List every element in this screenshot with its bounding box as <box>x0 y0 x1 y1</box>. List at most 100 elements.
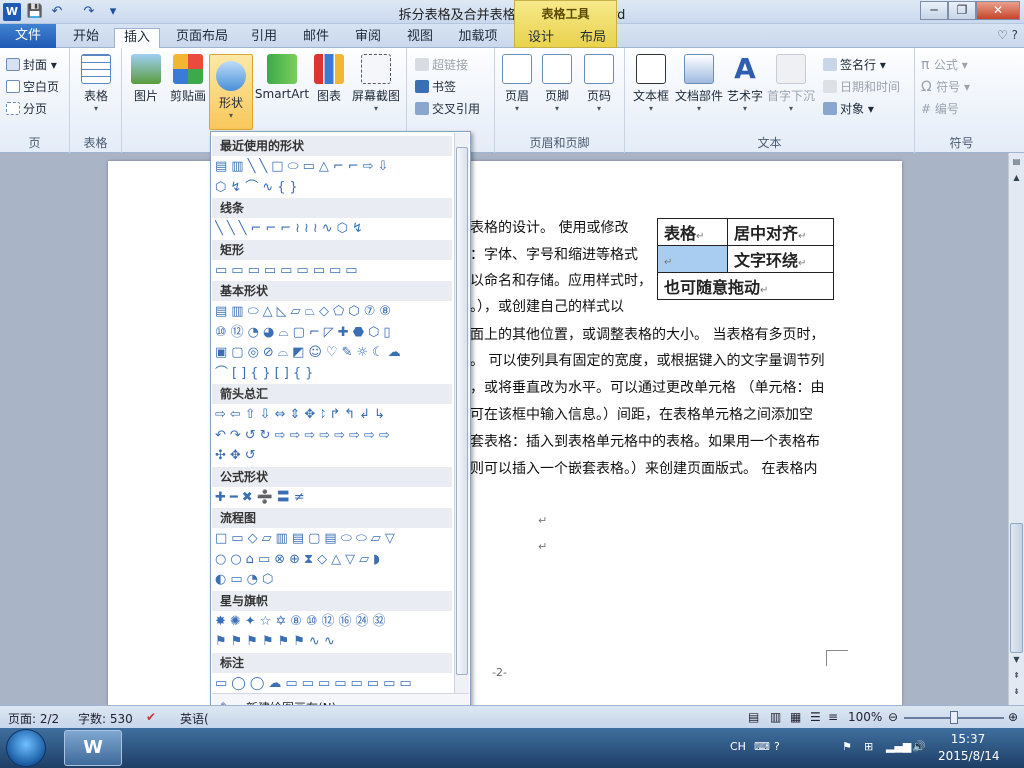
scroll-thumb[interactable] <box>1010 523 1023 653</box>
outline-view-icon[interactable]: ☰ <box>810 710 821 724</box>
proofing-icon[interactable]: ✔ <box>146 710 156 724</box>
windows-flag-icon[interactable]: ⊞ <box>864 740 873 753</box>
document-table[interactable]: 表格↵ 居中对齐↵ ↵ 文字环绕↵ 也可随意拖动↵ <box>657 218 834 300</box>
language-indicator[interactable]: 英语( <box>180 710 209 727</box>
input-language[interactable]: CH <box>730 740 746 753</box>
keyboard-icon[interactable]: ⌨ <box>754 740 770 753</box>
wordart-button[interactable]: A 艺术字 ▾ <box>725 54 765 114</box>
picture-button[interactable]: 图片 <box>128 54 164 104</box>
next-page-icon[interactable]: ⇟ <box>1010 685 1023 699</box>
gallery-shape-row[interactable]: ✚━✖➗〓≠ <box>215 489 453 507</box>
clipart-button[interactable]: 剪贴画 <box>166 54 210 104</box>
blank-page-button[interactable]: 空白页 <box>6 78 59 95</box>
zoom-out-icon[interactable]: ⊖ <box>888 710 898 724</box>
gallery-shape-row[interactable]: □▭◇▱▥▤▢▤⬭⬭▱▽ <box>215 530 453 548</box>
table-cell-selected[interactable]: ↵ <box>657 245 728 273</box>
smartart-button[interactable]: SmartArt <box>250 54 314 101</box>
hyperlink-button[interactable]: 超链接 <box>415 56 468 73</box>
chart-button[interactable]: 图表 <box>312 54 346 104</box>
table-cell[interactable]: 表格↵ <box>657 218 728 246</box>
tab-references[interactable]: 引用 <box>246 28 282 48</box>
maximize-button[interactable]: ❐ <box>948 1 976 20</box>
gallery-shape-row[interactable]: ✸✺✦☆✡⑧⑩⑫⑯㉔㉜ <box>215 613 453 631</box>
textbox-button[interactable]: 文本框 ▾ <box>629 54 673 113</box>
gallery-shape-row[interactable]: ○○⌂▭⊗⊕⧗◇△▽▱◗ <box>215 551 453 569</box>
start-button[interactable] <box>6 729 46 767</box>
tab-review[interactable]: 审阅 <box>350 28 386 48</box>
footer-button[interactable]: 页脚 ▾ <box>539 54 575 113</box>
zoom-in-icon[interactable]: ⊕ <box>1008 710 1018 724</box>
network-icon[interactable]: ▂▄▆ <box>886 740 911 753</box>
tab-file[interactable]: 文件 <box>0 24 56 48</box>
zoom-slider-knob[interactable] <box>950 711 958 724</box>
tab-page-layout[interactable]: 页面布局 <box>170 28 234 48</box>
ruler-toggle-icon[interactable]: ▤ <box>1010 155 1023 169</box>
page-count[interactable]: 页面: 2/2 <box>8 710 59 727</box>
cover-page-button[interactable]: 封面 ▾ <box>6 56 57 73</box>
gallery-scroll-thumb[interactable] <box>456 147 468 675</box>
draft-view-icon[interactable]: ≡ <box>828 710 838 724</box>
datetime-button[interactable]: 日期和时间 <box>823 78 900 95</box>
table-cell-merged[interactable]: 也可随意拖动↵ <box>657 272 834 300</box>
number-button[interactable]: # 编号 <box>921 100 959 117</box>
gallery-shape-row[interactable]: ✣✥↺ <box>215 447 453 465</box>
gallery-section-header: 基本形状 <box>212 281 452 301</box>
page-break-button[interactable]: 分页 <box>6 100 47 117</box>
quickparts-label: 文档部件 <box>674 89 723 103</box>
dropcap-button[interactable]: 首字下沉 ▾ <box>765 54 817 113</box>
prev-page-icon[interactable]: ⇞ <box>1010 669 1023 683</box>
gallery-shape-row[interactable]: ▭◯◯☁▭▭▭▭▭▭▭▭ <box>215 675 453 693</box>
vertical-scrollbar[interactable]: ▤ ▲ ▼ ⇞ ⇟ <box>1008 153 1024 705</box>
tab-layout[interactable]: 布局 <box>573 29 613 49</box>
gallery-shape-row[interactable]: ⚑⚑⚑⚑⚑⚑∿∿ <box>215 633 453 651</box>
calendar-icon <box>823 80 837 93</box>
gallery-shape-row[interactable]: ⑩⑫◔◕⌓▢⌐◸✚⬣⬡▯ <box>215 324 453 342</box>
screenshot-button[interactable]: 屏幕截图 ▾ <box>348 54 404 113</box>
gallery-shape-row[interactable]: ◐▭◔⬡ <box>215 571 453 589</box>
shapes-button[interactable]: 形状 ▾ <box>209 54 253 130</box>
system-clock[interactable]: 15:37 2015/8/14 <box>938 731 1000 765</box>
gallery-shape-row[interactable]: ↶↷↺↻⇨⇨⇨⇨⇨⇨⇨⇨ <box>215 427 453 445</box>
gallery-shape-row[interactable]: ⇨⇦⇧⇩⇔⇕✥⥏↱↰↲↳ <box>215 406 453 424</box>
gallery-shape-row[interactable]: ▭▭▭▭▭▭▭▭▭ <box>215 262 453 280</box>
gallery-shape-row[interactable]: ▤▥╲╲□⬭▭△⌐⌐⇨⇩ <box>215 158 453 176</box>
tab-mailings[interactable]: 邮件 <box>298 28 334 48</box>
help-icon[interactable]: ♡ ? <box>997 28 1018 42</box>
table-button[interactable]: 表格 ▾ <box>78 54 114 113</box>
tab-insert[interactable]: 插入 <box>114 28 160 49</box>
security-icon[interactable]: ⚑ <box>842 740 852 753</box>
table-cell[interactable]: 文字环绕↵ <box>727 245 834 273</box>
gallery-shape-row[interactable]: ▤▥⬭△◺▱⏢◇⬠⬡⑦⑧ <box>215 303 453 321</box>
minimize-button[interactable]: ─ <box>920 1 948 20</box>
quickparts-button[interactable]: 文档部件 ▾ <box>673 54 725 113</box>
object-button[interactable]: 对象 ▾ <box>823 100 874 117</box>
crossref-button[interactable]: 交叉引用 <box>415 100 480 117</box>
gallery-shape-row[interactable]: ▣▢◎⊘⌓◩☺♡✎☼☾☁ <box>215 344 453 362</box>
scroll-up-icon[interactable]: ▲ <box>1010 171 1023 185</box>
header-button[interactable]: 页眉 ▾ <box>499 54 535 113</box>
tab-view[interactable]: 视图 <box>402 28 438 48</box>
gallery-shape-row[interactable]: ╲╲╲⌐⌐⌐≀≀≀∿⬡↯ <box>215 220 453 238</box>
help-tray-icon[interactable]: ? <box>774 740 780 753</box>
symbol-button[interactable]: Ω 符号 ▾ <box>921 78 970 95</box>
tab-home[interactable]: 开始 <box>66 28 106 48</box>
scroll-down-icon[interactable]: ▼ <box>1010 653 1023 667</box>
zoom-level[interactable]: 100% <box>848 710 882 724</box>
close-button[interactable]: ✕ <box>976 1 1020 20</box>
table-cell[interactable]: 居中对齐↵ <box>727 218 834 246</box>
equation-button[interactable]: π 公式 ▾ <box>921 56 968 73</box>
word-count[interactable]: 字数: 530 <box>78 710 133 727</box>
gallery-shape-row[interactable]: ⌒[]{}[]{} <box>215 365 453 383</box>
tab-addins[interactable]: 加载项 <box>452 28 504 48</box>
signature-line-button[interactable]: 签名行 ▾ <box>823 56 886 73</box>
gallery-scrollbar[interactable] <box>454 133 469 693</box>
page-number-button[interactable]: 页码 ▾ <box>581 54 617 113</box>
bookmark-button[interactable]: 书签 <box>415 78 456 95</box>
tab-design[interactable]: 设计 <box>521 29 561 49</box>
fullscreen-view-icon[interactable]: ▥ <box>770 710 781 724</box>
volume-icon[interactable]: 🔊 <box>912 740 926 753</box>
print-layout-view-icon[interactable]: ▤ <box>748 710 759 724</box>
web-layout-view-icon[interactable]: ▦ <box>790 710 801 724</box>
gallery-shape-row[interactable]: ⬡↯⌒∿{} <box>215 179 453 197</box>
taskbar-word-button[interactable]: W <box>64 730 122 766</box>
